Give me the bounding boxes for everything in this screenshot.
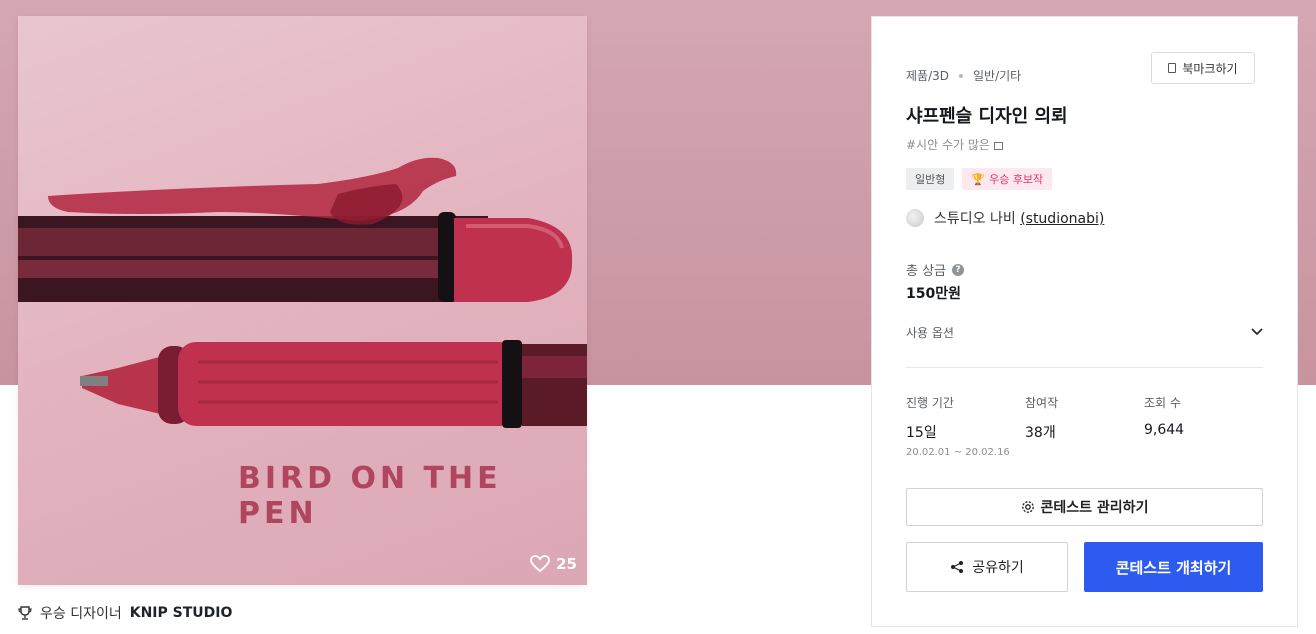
- stat-entries: 참여작 38개: [1025, 394, 1144, 458]
- badge-list: 일반형 🏆 우승 후보작: [906, 168, 1053, 190]
- stat-period-dates: 20.02.01 ~ 20.02.16: [906, 447, 1010, 458]
- like-count: 25: [556, 555, 577, 573]
- manage-contest-label: 콘테스트 관리하기: [1040, 500, 1149, 516]
- share-button[interactable]: 공유하기: [906, 542, 1068, 592]
- client-studio[interactable]: 스튜디오 나비 (studionabi): [906, 208, 1104, 228]
- usage-option-toggle[interactable]: 사용 옵션: [906, 321, 1263, 343]
- trophy-icon: 🏆: [971, 172, 986, 186]
- like-button[interactable]: 25: [530, 555, 577, 573]
- prize-label: 총 상금 ?: [906, 260, 965, 279]
- bookmark-icon: [1168, 63, 1177, 73]
- trophy-icon: [18, 606, 32, 620]
- contest-stats: 진행 기간 15일 20.02.01 ~ 20.02.16 참여작 38개 조회…: [906, 394, 1263, 458]
- bookmark-label: 북마크하기: [1182, 61, 1238, 76]
- category-link[interactable]: 제품/3D: [906, 67, 949, 84]
- stat-period-label: 진행 기간: [906, 396, 954, 410]
- contest-title: 샤프펜슬 디자인 의뢰: [906, 106, 1068, 127]
- subcategory-link[interactable]: 일반/기타: [973, 67, 1021, 84]
- share-label: 공유하기: [972, 560, 1024, 576]
- stat-entries-label: 참여작: [1025, 396, 1059, 410]
- stat-views: 조회 수 9,644: [1144, 394, 1263, 458]
- badge-type: 일반형: [906, 168, 955, 190]
- badge-winner-label: 우승 후보작: [989, 173, 1044, 186]
- manage-contest-button[interactable]: 콘테스트 관리하기: [906, 488, 1263, 526]
- studio-name: 스튜디오 나비: [934, 211, 1016, 227]
- picture-icon: [993, 141, 1003, 150]
- usage-option-label: 사용 옵션: [906, 325, 954, 340]
- host-contest-button[interactable]: 콘테스트 개최하기: [1084, 542, 1263, 592]
- breadcrumb-separator: [959, 73, 963, 78]
- stat-period: 진행 기간 15일 20.02.01 ~ 20.02.16: [906, 394, 1025, 458]
- gear-icon: [1021, 501, 1034, 513]
- winner-designer: 우승 디자이너 KNIP STUDIO: [18, 603, 232, 623]
- winner-name[interactable]: KNIP STUDIO: [130, 605, 233, 621]
- chevron-down-icon: [1251, 328, 1263, 336]
- help-icon[interactable]: ?: [952, 263, 965, 276]
- contest-info-panel: 제품/3D 일반/기타 북마크하기 샤프펜슬 디자인 의뢰 #시안 수가 많은 …: [871, 16, 1298, 627]
- badge-winner-candidate: 🏆 우승 후보작: [962, 168, 1053, 190]
- heart-icon: [530, 555, 551, 573]
- contest-tagline: #시안 수가 많은: [906, 136, 1003, 153]
- studio-handle[interactable]: (studionabi): [1020, 211, 1104, 227]
- divider: [906, 367, 1263, 368]
- prize-value: 150만원: [906, 286, 961, 302]
- stat-views-value: 9,644: [1144, 422, 1185, 438]
- contest-image[interactable]: BIRD ON THE PEN 25: [18, 16, 587, 585]
- prize-label-text: 총 상금: [906, 264, 947, 279]
- bookmark-button[interactable]: 북마크하기: [1151, 52, 1255, 84]
- breadcrumb: 제품/3D 일반/기타: [906, 67, 1021, 84]
- tagline-text: #시안 수가 많은: [906, 138, 994, 152]
- stat-entries-value: 38개: [1025, 425, 1056, 441]
- avatar: [906, 209, 924, 227]
- stat-views-label: 조회 수: [1144, 396, 1181, 410]
- stat-period-value: 15일: [906, 425, 937, 441]
- share-icon: [951, 561, 964, 573]
- winner-prefix: 우승 디자이너: [40, 606, 122, 622]
- image-brand-text: BIRD ON THE PEN: [238, 461, 502, 531]
